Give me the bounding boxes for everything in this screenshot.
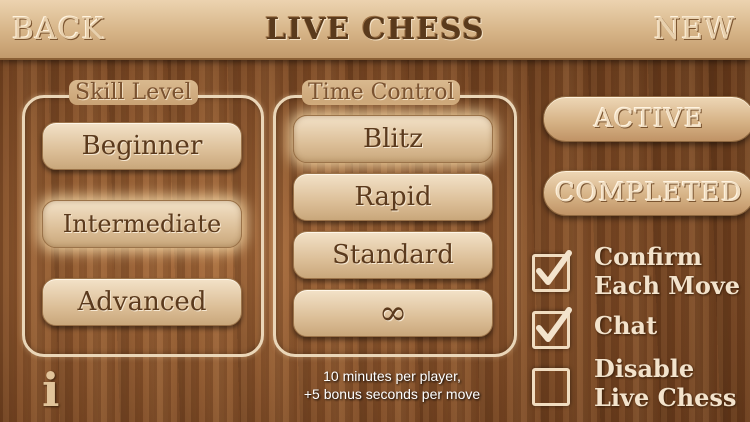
time-standard-button[interactable]: Standard (293, 231, 493, 279)
chat-label: Chat (594, 311, 658, 340)
checkmark-icon (536, 250, 572, 285)
time-control-label: Time Control (302, 80, 461, 105)
chat-setting[interactable]: Chat (532, 307, 658, 349)
time-unlimited-button[interactable]: ∞ (293, 289, 493, 337)
new-button[interactable]: NEW (654, 12, 736, 47)
skill-beginner-button[interactable]: Beginner (42, 122, 242, 170)
skill-advanced-button[interactable]: Advanced (42, 278, 242, 326)
completed-games-button[interactable]: COMPLETED (543, 170, 750, 216)
time-blitz-button[interactable]: Blitz (293, 115, 493, 163)
info-icon[interactable]: i (42, 366, 68, 414)
skill-intermediate-button[interactable]: Intermediate (42, 200, 242, 248)
confirm-move-label: Confirm Each Move (594, 242, 741, 300)
confirm-move-checkbox[interactable] (532, 250, 572, 292)
page-title: LIVE CHESS (265, 12, 485, 47)
time-control-description: 10 minutes per player, +5 bonus seconds … (303, 368, 481, 402)
top-bar: BACK LIVE CHESS NEW (0, 0, 750, 60)
time-rapid-button[interactable]: Rapid (293, 173, 493, 221)
confirm-move-setting[interactable]: Confirm Each Move (532, 242, 740, 300)
chat-checkbox[interactable] (532, 307, 572, 349)
skill-level-label: Skill Level (69, 80, 198, 105)
disable-live-chess-label: Disable Live Chess (594, 354, 737, 412)
checkmark-icon (536, 307, 572, 342)
disable-live-chess-setting[interactable]: Disable Live Chess (532, 354, 736, 412)
active-games-button[interactable]: ACTIVE (543, 96, 750, 142)
disable-live-chess-checkbox[interactable] (532, 368, 570, 406)
